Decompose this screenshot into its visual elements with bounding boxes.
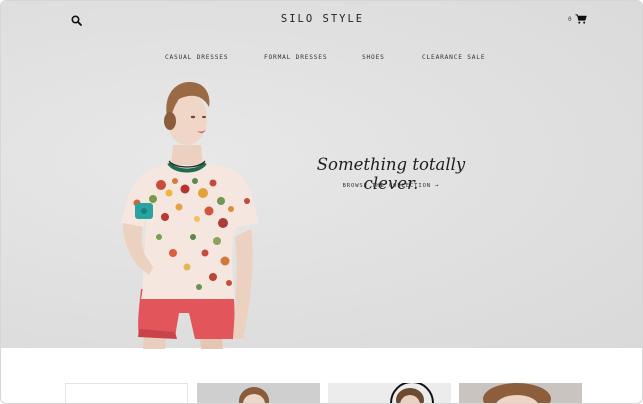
hero-model-image [121,81,259,349]
nav-item-shoes[interactable]: SHOES [362,54,385,61]
cart-button[interactable]: 0 [568,14,587,24]
nav-item-clearance-sale[interactable]: CLEARANCE SALE [422,54,485,61]
brand-logo[interactable]: SILO STYLE [1,13,642,25]
browser-frame: SILO STYLE 0 CASUAL DRESSES FORMAL DRESS… [0,0,643,404]
product-card[interactable] [65,383,188,403]
cart-count: 0 [568,15,572,23]
product-grid [1,383,642,403]
product-card[interactable] [197,383,320,403]
browse-collection-link[interactable]: BROWSE THE COLLECTION → [301,183,481,189]
cart-icon [575,14,587,24]
product-image [390,383,434,403]
product-image [483,383,551,403]
nav-item-formal-dresses[interactable]: FORMAL DRESSES [264,54,327,61]
hero-section: SILO STYLE 0 CASUAL DRESSES FORMAL DRESS… [1,1,642,349]
product-image [239,387,269,403]
product-card[interactable] [459,383,582,403]
product-card[interactable] [328,383,451,403]
nav-item-casual-dresses[interactable]: CASUAL DRESSES [165,54,228,61]
